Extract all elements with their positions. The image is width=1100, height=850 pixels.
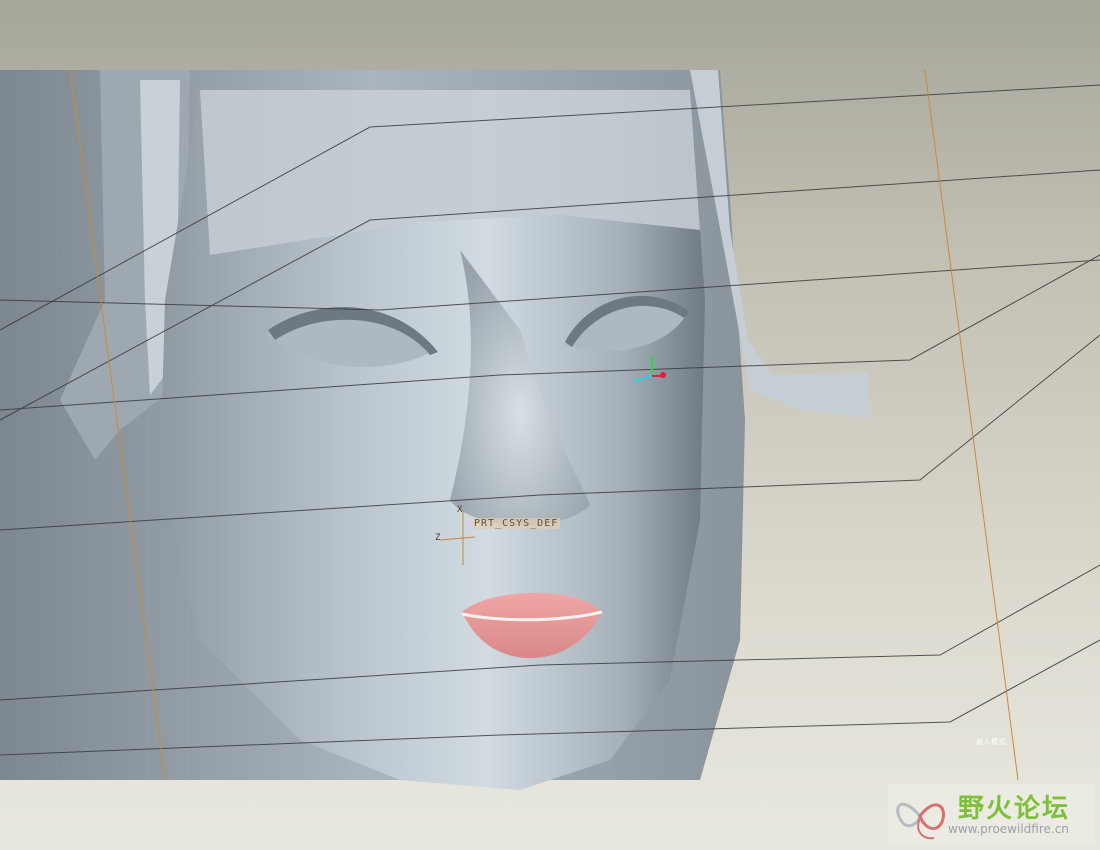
3d-viewport[interactable]: X Z PRT_CSYS_DEF 嵌入模式 野火论坛 www.proewildf…: [0, 0, 1100, 850]
forum-watermark: 野火论坛 www.proewildfire.cn: [888, 784, 1094, 844]
csys-label[interactable]: PRT_CSYS_DEF: [472, 518, 561, 529]
watermark-title: 野火论坛: [958, 794, 1071, 824]
corner-note: 嵌入模式: [976, 738, 1006, 746]
triad-x-dot: [660, 372, 666, 378]
watermark-url: www.proewildfire.cn: [948, 822, 1069, 836]
csys-z-letter: Z: [435, 533, 441, 543]
csys-x-letter: X: [457, 505, 463, 515]
butterfly-logo-icon: [896, 802, 945, 840]
model-scene[interactable]: [0, 0, 1100, 850]
